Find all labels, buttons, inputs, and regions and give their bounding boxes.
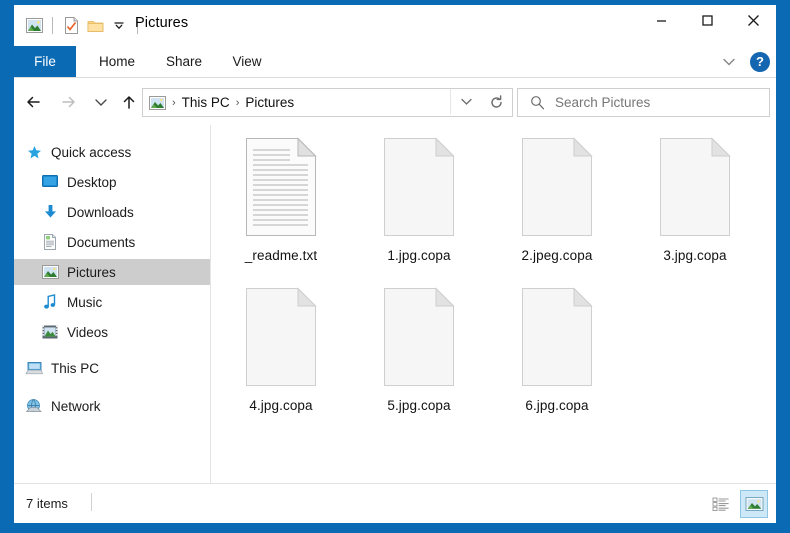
explorer-body: / / / risk.com Quick access Desktop [14, 125, 776, 483]
pictures-icon [40, 262, 60, 282]
file-name: 2.jpeg.copa [521, 248, 593, 263]
address-bar[interactable]: › This PC › Pictures [142, 88, 482, 117]
generic-file-icon [378, 287, 460, 391]
tab-view[interactable]: View [224, 46, 270, 77]
sidebar-label: Videos [67, 324, 109, 340]
music-icon [40, 292, 60, 312]
desktop-icon [40, 172, 60, 192]
forward-button[interactable] [56, 90, 80, 114]
star-icon [24, 142, 44, 162]
sidebar-item-pictures[interactable]: Pictures [14, 259, 236, 285]
properties-icon[interactable] [59, 14, 83, 36]
explorer-window: Pictures File Home Share View ? › This P… [14, 5, 776, 523]
generic-file-icon [516, 287, 598, 391]
generic-file-icon [378, 137, 460, 241]
file-item[interactable]: 6.jpg.copa [487, 287, 627, 413]
help-button[interactable]: ? [750, 51, 770, 72]
window-title: Pictures [135, 15, 189, 31]
file-name: 3.jpg.copa [663, 248, 727, 263]
file-name: 5.jpg.copa [387, 398, 451, 413]
file-item[interactable]: 5.jpg.copa [349, 287, 489, 413]
address-dropdown-button[interactable] [450, 89, 481, 114]
file-list: _readme.txt 1.jpg.copa 2.jpeg.copa 3.jpg… [211, 125, 776, 483]
toolbar-divider [52, 16, 53, 34]
sidebar-label: This PC [51, 360, 100, 376]
text-file-icon [240, 137, 322, 241]
back-button[interactable] [22, 90, 46, 114]
videos-icon [40, 322, 60, 342]
maximize-button[interactable] [684, 5, 730, 36]
sidebar-label: Music [67, 294, 103, 310]
sidebar-item-desktop[interactable]: Desktop [14, 169, 236, 195]
tab-file[interactable]: File [14, 46, 76, 77]
customize-toolbar-chevron-icon[interactable] [107, 14, 131, 36]
file-name: 6.jpg.copa [525, 398, 589, 413]
sidebar-label: Desktop [67, 174, 117, 190]
recent-locations-button[interactable] [89, 90, 113, 114]
sidebar-label: Pictures [67, 264, 116, 280]
network-icon [24, 396, 44, 416]
sidebar-item-network[interactable]: Network [14, 393, 220, 419]
pictures-library-icon[interactable] [22, 14, 46, 36]
sidebar-item-music[interactable]: Music [14, 289, 236, 315]
file-name: 4.jpg.copa [249, 398, 313, 413]
file-item[interactable]: 4.jpg.copa [211, 287, 351, 413]
status-bar: 7 items [14, 483, 776, 523]
generic-file-icon [516, 137, 598, 241]
breadcrumb-separator-1: › [172, 96, 176, 109]
sidebar-label: Downloads [67, 204, 134, 220]
ribbon-right-controls: ? [714, 46, 770, 77]
close-button[interactable] [730, 5, 776, 36]
view-mode-buttons [708, 490, 768, 518]
file-item[interactable]: 3.jpg.copa [625, 137, 765, 263]
window-controls [638, 5, 776, 36]
status-divider [91, 493, 92, 511]
breadcrumb-pictures[interactable]: Pictures [245, 95, 294, 110]
file-item[interactable]: _readme.txt [211, 137, 351, 263]
quick-access-toolbar [22, 14, 144, 36]
new-folder-icon[interactable] [83, 14, 107, 36]
address-location-icon [149, 95, 166, 110]
navigation-pane: Quick access Desktop Downloads Documents… [14, 125, 236, 483]
breadcrumb-separator-2: › [235, 96, 240, 109]
search-icon [530, 95, 545, 110]
up-button[interactable] [117, 90, 141, 114]
sidebar-item-this-pc[interactable]: This PC [14, 355, 220, 381]
minimize-button[interactable] [638, 5, 684, 36]
documents-icon [40, 232, 60, 252]
file-item[interactable]: 2.jpeg.copa [487, 137, 627, 263]
file-name: 1.jpg.copa [387, 248, 451, 263]
sidebar-item-quick-access[interactable]: Quick access [14, 139, 220, 165]
tab-share[interactable]: Share [158, 46, 210, 77]
downloads-icon [40, 202, 60, 222]
window-frame: Pictures File Home Share View ? › This P… [0, 0, 790, 533]
file-item[interactable]: 1.jpg.copa [349, 137, 489, 263]
item-count-label: 7 items [26, 496, 68, 511]
sidebar-item-documents[interactable]: Documents [14, 229, 236, 255]
sidebar-label: Documents [67, 234, 136, 250]
search-box[interactable]: Search Pictures [517, 88, 770, 117]
file-name: _readme.txt [244, 248, 318, 263]
search-input[interactable]: Search Pictures [555, 95, 650, 110]
large-icons-view-button[interactable] [740, 490, 768, 518]
generic-file-icon [654, 137, 736, 241]
ribbon-tab-row: File Home Share View ? [14, 46, 776, 77]
refresh-button[interactable] [480, 88, 513, 117]
expand-ribbon-chevron-icon[interactable] [714, 49, 744, 75]
generic-file-icon [240, 287, 322, 391]
tab-home[interactable]: Home [90, 46, 144, 77]
sidebar-item-downloads[interactable]: Downloads [14, 199, 236, 225]
sidebar-item-videos[interactable]: Videos [14, 319, 236, 345]
sidebar-label: Quick access [51, 144, 132, 160]
breadcrumb-this-pc[interactable]: This PC [182, 95, 230, 110]
address-row: › This PC › Pictures Search Pictures [14, 78, 776, 125]
details-view-button[interactable] [708, 491, 734, 517]
sidebar-label: Network [51, 398, 101, 414]
this-pc-icon [24, 358, 44, 378]
title-bar: Pictures [14, 5, 776, 46]
